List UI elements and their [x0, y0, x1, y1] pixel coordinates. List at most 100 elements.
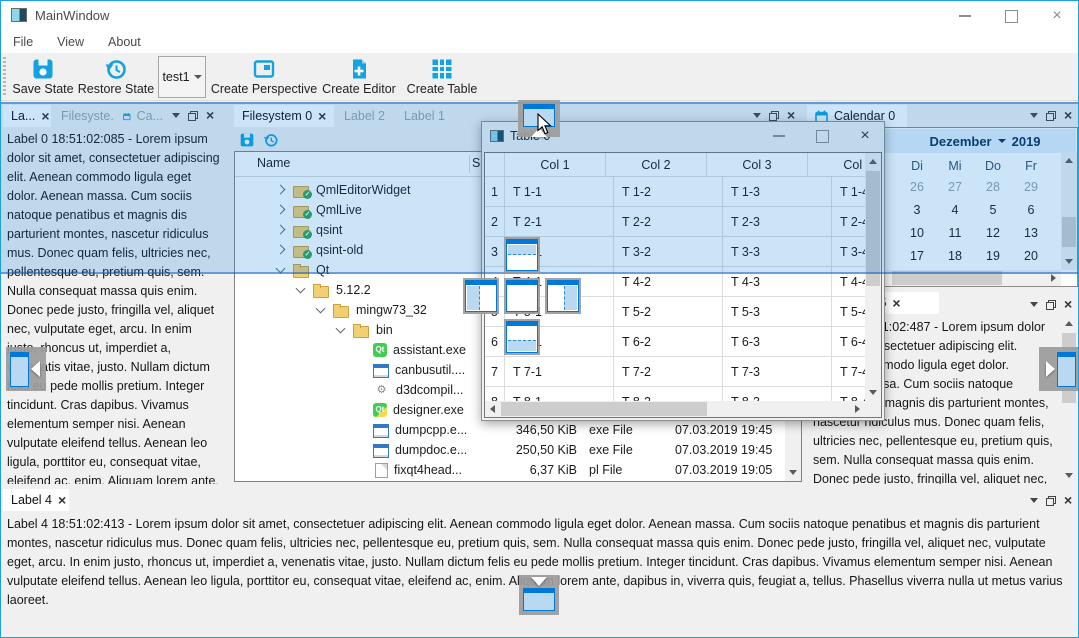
calendar-day[interactable]: 11 [936, 226, 974, 240]
splitter-horizontal[interactable] [1, 484, 1079, 488]
column-header[interactable]: Col 2 [606, 153, 707, 177]
floating-window-table0[interactable]: Table 0 × Col 1Col 2Col 3Col 4 1T 1-1T 1… [481, 121, 885, 421]
drop-indicator-center[interactable] [504, 278, 540, 314]
title-bar[interactable]: MainWindow × [1, 1, 1078, 31]
close-icon[interactable] [206, 108, 214, 123]
calendar-day[interactable]: 6 [1012, 203, 1050, 217]
edge-indicator-left[interactable] [6, 347, 46, 391]
scrollbar-thumb[interactable] [892, 271, 1002, 285]
row-header[interactable]: 7 [485, 357, 505, 387]
float-icon[interactable] [769, 111, 779, 121]
chevron-down-icon[interactable] [335, 325, 347, 335]
chevron-down-icon[interactable] [315, 305, 327, 315]
table-cell[interactable]: T 2-2 [614, 207, 723, 237]
close-button[interactable]: × [850, 122, 880, 150]
scrollbar-vertical[interactable] [865, 153, 881, 401]
year-button[interactable]: 2019 [1012, 134, 1041, 149]
column-header[interactable]: Col 1 [505, 153, 606, 177]
scroll-right-icon[interactable] [855, 405, 860, 413]
table-cell[interactable]: T 2-1 [505, 207, 614, 237]
table-cell[interactable]: T 5-2 [614, 297, 723, 327]
scroll-up-icon[interactable] [1065, 158, 1073, 163]
tree-item[interactable]: fixqt4head...6,37 KiBpl File07.03.2019 1… [237, 460, 784, 480]
tabs-menu-icon[interactable] [753, 113, 761, 118]
close-icon[interactable] [58, 493, 66, 508]
row-header[interactable]: 2 [485, 207, 505, 237]
drop-indicator-bottom[interactable] [504, 319, 540, 355]
table-cell[interactable]: T 1-3 [723, 177, 832, 207]
calendar-day[interactable]: 3 [898, 203, 936, 217]
tab-label2[interactable]: Label 2 [336, 105, 394, 127]
scrollbar-thumb[interactable] [866, 171, 880, 286]
close-icon[interactable] [1064, 297, 1072, 312]
calendar-day[interactable]: 19 [974, 249, 1012, 263]
menu-item-view[interactable]: View [45, 31, 96, 53]
calendar-day[interactable]: 12 [974, 226, 1012, 240]
scrollbar-horizontal[interactable] [485, 401, 865, 417]
scroll-down-icon[interactable] [869, 390, 877, 395]
tabs-menu-icon[interactable] [1030, 113, 1038, 118]
table-cell[interactable]: T 4-2 [614, 267, 723, 297]
tabs-menu-icon[interactable] [1030, 302, 1038, 307]
close-icon[interactable] [1064, 108, 1072, 123]
scroll-down-icon[interactable] [789, 470, 797, 475]
edge-indicator-right[interactable] [1039, 347, 1079, 391]
scrollbar-vertical[interactable] [1061, 152, 1077, 270]
table-cell[interactable]: T 5-3 [723, 297, 832, 327]
table-cell[interactable]: T 3-2 [614, 237, 723, 267]
float-icon[interactable] [1046, 111, 1056, 121]
chevron-right-icon[interactable] [275, 205, 287, 215]
chevron-down-icon[interactable] [275, 265, 287, 275]
chevron-right-icon[interactable] [275, 245, 287, 255]
menu-item-about[interactable]: About [96, 31, 153, 53]
close-icon[interactable] [892, 296, 900, 311]
table-cell[interactable]: T 7-3 [723, 357, 832, 387]
drop-indicator-left[interactable] [463, 278, 499, 314]
tabs-menu-icon[interactable] [172, 113, 180, 118]
calendar-day[interactable]: 5 [974, 203, 1012, 217]
row-header[interactable]: 6 [485, 327, 505, 357]
scroll-up-icon[interactable] [1065, 321, 1073, 326]
tabs-menu-icon[interactable] [1030, 498, 1038, 503]
calendar-day[interactable]: 10 [898, 226, 936, 240]
calendar-day[interactable]: 28 [974, 180, 1012, 194]
restore-state-button[interactable]: Restore State [77, 55, 155, 99]
calendar-day[interactable]: 26 [898, 180, 936, 194]
toolbar-handle[interactable] [3, 57, 6, 97]
close-icon[interactable] [1064, 493, 1072, 508]
table-cell[interactable]: T 4-3 [723, 267, 832, 297]
calendar-day[interactable]: 27 [936, 180, 974, 194]
calendar-day[interactable]: 13 [1012, 226, 1050, 240]
table-cell[interactable]: T 6-3 [723, 327, 832, 357]
perspective-dropdown[interactable]: test1 [158, 56, 206, 98]
tree-item[interactable]: dumpcpp.e...346,50 KiBexe File07.03.2019… [237, 420, 784, 440]
scroll-up-icon[interactable] [869, 159, 877, 164]
row-header[interactable]: 3 [485, 237, 505, 267]
scrollbar-thumb[interactable] [1062, 217, 1076, 247]
save-state-button[interactable]: Save State [11, 55, 75, 99]
scroll-down-icon[interactable] [1065, 473, 1073, 478]
table-cell[interactable]: T 7-2 [614, 357, 723, 387]
column-header[interactable]: Col 3 [707, 153, 808, 177]
scroll-right-icon[interactable] [1051, 274, 1056, 282]
drop-indicator-right[interactable] [545, 278, 581, 314]
menu-item-file[interactable]: File [1, 31, 45, 53]
chevron-right-icon[interactable] [275, 225, 287, 235]
table-cell[interactable]: T 1-2 [614, 177, 723, 207]
create-editor-button[interactable]: Create Editor [319, 55, 399, 99]
close-icon[interactable] [41, 109, 49, 124]
table-cell[interactable]: T 7-1 [505, 357, 614, 387]
tab-label0[interactable]: La... [3, 105, 51, 127]
scroll-down-icon[interactable] [1065, 259, 1073, 264]
table-cell[interactable]: T 1-1 [505, 177, 614, 207]
calendar-day[interactable]: 20 [1012, 249, 1050, 263]
float-icon[interactable] [188, 111, 198, 121]
minimize-button[interactable] [764, 122, 794, 150]
float-icon[interactable] [1046, 300, 1056, 310]
close-icon[interactable] [318, 109, 326, 124]
edge-indicator-bottom[interactable] [519, 575, 559, 615]
calendar-day[interactable]: 29 [1012, 180, 1050, 194]
month-button[interactable]: Dezember [929, 134, 991, 149]
tab-calendar1[interactable]: Ca... [115, 105, 171, 127]
calendar-day[interactable]: 17 [898, 249, 936, 263]
